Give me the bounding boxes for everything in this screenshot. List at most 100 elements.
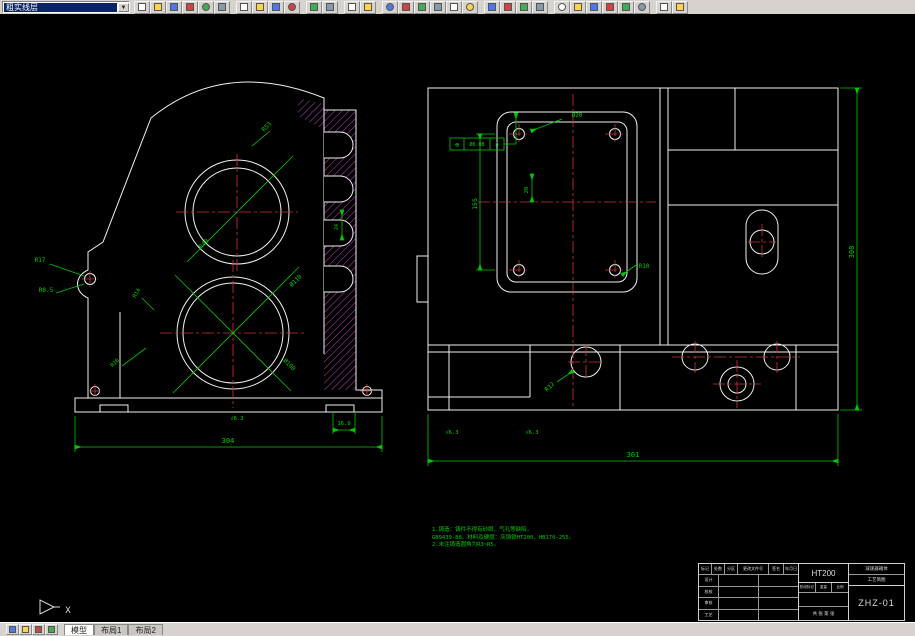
circle-icon[interactable] xyxy=(570,0,586,14)
drawing-canvas[interactable]: R53 R40 R17 R8.5 R14 R16 Ø110 Ø100 304 1… xyxy=(0,14,915,622)
status-bar: 模型 布局1 布局2 xyxy=(0,622,915,636)
role-label: 工艺 xyxy=(699,609,719,620)
date-cell xyxy=(759,610,798,621)
print-preview-glyph xyxy=(202,3,210,11)
arc-icon[interactable] xyxy=(586,0,602,14)
polar-toggle-icon[interactable] xyxy=(45,624,58,635)
line-icon[interactable] xyxy=(554,0,570,14)
line-glyph xyxy=(558,3,566,11)
find-glyph xyxy=(218,3,226,11)
color-glyph xyxy=(536,3,544,11)
help-glyph xyxy=(676,3,684,11)
right-view-dimension-lines xyxy=(427,87,862,466)
dim-r8-5: R8.5 xyxy=(39,287,54,294)
paste-icon[interactable] xyxy=(268,0,284,14)
date-cell xyxy=(759,598,798,609)
copy-icon[interactable] xyxy=(252,0,268,14)
note-line-3: 2.未注铸造圆角为R3~R5。 xyxy=(432,542,500,548)
dim-d20: Ø20 xyxy=(572,112,583,119)
dim-r10: R10 xyxy=(639,263,650,270)
layers-icon[interactable] xyxy=(484,0,500,14)
measure-icon[interactable] xyxy=(634,0,650,14)
sheet-tab-1[interactable]: 模型 xyxy=(64,624,94,635)
arc-glyph xyxy=(590,3,598,11)
circle-glyph xyxy=(574,3,582,11)
role-label: 校核 xyxy=(699,586,719,597)
dim-r17: R17 xyxy=(35,257,46,264)
admin-label: 签名 xyxy=(769,564,784,574)
combobox-dropdown-icon[interactable]: ▼ xyxy=(118,2,129,12)
paste-glyph xyxy=(272,3,280,11)
dimension-glyph xyxy=(622,3,630,11)
print-preview-icon[interactable] xyxy=(198,0,214,14)
sheet-tab-3[interactable]: 布局2 xyxy=(128,624,163,635)
new-icon[interactable] xyxy=(134,0,150,14)
drawing-code-label: ZHZ-01 xyxy=(858,598,895,608)
line-width-icon[interactable] xyxy=(516,0,532,14)
snap-toggle-icon[interactable] xyxy=(6,624,19,635)
role-label: 设计 xyxy=(699,575,719,586)
undo-icon[interactable] xyxy=(306,0,322,14)
signature-cell xyxy=(719,575,759,586)
zoom-in-icon[interactable] xyxy=(398,0,414,14)
pan-glyph xyxy=(450,3,458,11)
open-icon[interactable] xyxy=(150,0,166,14)
dimension-icon[interactable] xyxy=(618,0,634,14)
linetype-icon[interactable] xyxy=(500,0,516,14)
dim-r16: R16 xyxy=(110,358,121,369)
cut-icon[interactable] xyxy=(236,0,252,14)
misc-label: 阶段标记 xyxy=(799,583,816,592)
fcf-datum: A xyxy=(495,142,499,148)
ortho-toggle-icon[interactable] xyxy=(32,624,45,635)
zoom-window-glyph xyxy=(386,3,394,11)
misc-empty-cell xyxy=(799,593,848,607)
pan-icon[interactable] xyxy=(446,0,462,14)
grid-glyph xyxy=(22,626,29,633)
zoom-window-icon[interactable] xyxy=(382,0,398,14)
text-icon[interactable] xyxy=(602,0,618,14)
save-icon[interactable] xyxy=(166,0,182,14)
zoom-out-icon[interactable] xyxy=(414,0,430,14)
ortho-glyph xyxy=(35,626,42,633)
roughness-mark-left: √6.3 xyxy=(230,415,243,422)
fcf-symbol: ⊕ xyxy=(455,141,460,149)
signature-cell xyxy=(719,586,759,597)
dim-155: 155 xyxy=(471,198,479,210)
grid-toggle-icon[interactable] xyxy=(19,624,32,635)
redo-icon[interactable] xyxy=(322,0,338,14)
insert-image-icon[interactable] xyxy=(360,0,376,14)
options-glyph xyxy=(660,3,668,11)
print-icon[interactable] xyxy=(182,0,198,14)
dim-d100: Ø100 xyxy=(281,357,296,372)
find-icon[interactable] xyxy=(214,0,230,14)
note-line-1: 1.铸造：铸件不得有砂眼、气孔等缺陷， xyxy=(432,527,533,533)
main-toolbar: 粗实线层 ▼ xyxy=(0,0,915,14)
zoom-all-icon[interactable] xyxy=(430,0,446,14)
note-line-2: GB9439-88。材料及硬度：灰铸铁HT200，HB170-255。 xyxy=(432,534,575,541)
ucs-x-label: X xyxy=(65,606,71,616)
redo-glyph xyxy=(326,3,334,11)
technical-notes: 1.铸造：铸件不得有砂眼、气孔等缺陷， GB9439-88。材料及硬度：灰铸铁H… xyxy=(432,527,574,550)
date-cell xyxy=(759,587,798,598)
dim-24: 24 xyxy=(334,224,340,230)
date-cell xyxy=(759,575,798,586)
dim-308: 308 xyxy=(848,246,856,259)
style-combobox[interactable]: 粗实线层 ▼ xyxy=(2,1,130,13)
admin-label: 更改文件号 xyxy=(738,564,769,574)
format-painter-icon[interactable] xyxy=(284,0,300,14)
zoom-out-glyph xyxy=(418,3,426,11)
color-icon[interactable] xyxy=(532,0,548,14)
role-label: 审核 xyxy=(699,598,719,609)
insert-block-glyph xyxy=(348,3,356,11)
polar-glyph xyxy=(48,626,55,633)
insert-block-icon[interactable] xyxy=(344,0,360,14)
sheet-tab-2[interactable]: 布局1 xyxy=(94,624,129,635)
help-icon[interactable] xyxy=(672,0,688,14)
options-icon[interactable] xyxy=(656,0,672,14)
redraw-glyph xyxy=(466,3,474,11)
dim-20: 20 xyxy=(524,187,530,194)
misc-label: 比例 xyxy=(836,585,844,589)
title-block-admin-grid: 标记 处数 分区 更改文件号 签名 年月日 设计 校核 审核 工艺 xyxy=(699,564,799,620)
admin-label: 处数 xyxy=(712,564,725,574)
redraw-icon[interactable] xyxy=(462,0,478,14)
